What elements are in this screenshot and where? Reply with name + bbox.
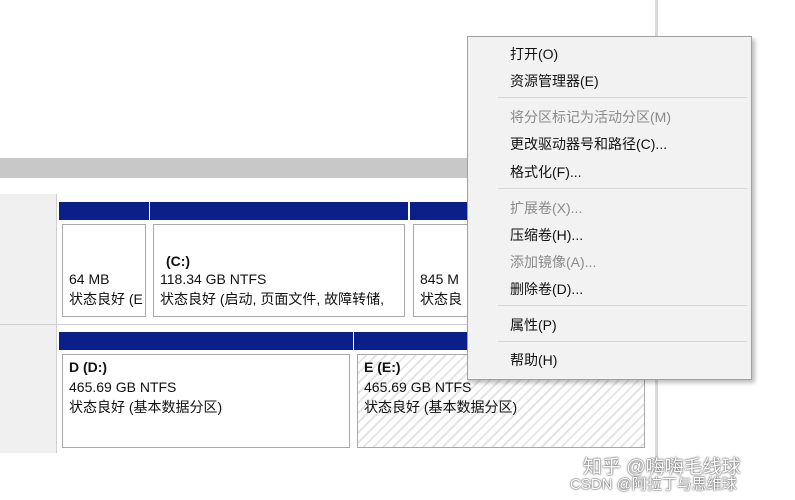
menu-separator	[498, 97, 747, 98]
partition-title: D (D:)	[69, 359, 108, 375]
menu-item-format[interactable]: 格式化(F)...	[510, 163, 582, 181]
menu-separator	[498, 188, 747, 189]
partition-title: E (E:)	[364, 359, 401, 375]
partition-box[interactable]: (C:) 118.34 GB NTFS 状态良好 (启动, 页面文件, 故障转储…	[153, 224, 405, 317]
partition-size: 845 M	[420, 271, 459, 287]
menu-item-open[interactable]: 打开(O)	[510, 45, 558, 63]
menu-item-shrink-volume[interactable]: 压缩卷(H)...	[510, 226, 583, 244]
partition-color-bar	[59, 332, 353, 350]
menu-item-mark-active[interactable]: 将分区标记为活动分区(M)	[510, 108, 671, 126]
partition-efi[interactable]: 64 MB 状态良好 (E	[59, 202, 149, 320]
partition-status: 状态良好 (基本数据分区)	[69, 399, 223, 415]
partition-box[interactable]: 64 MB 状态良好 (E	[62, 224, 146, 317]
disk-1-label[interactable]	[0, 325, 57, 453]
partition-color-bar	[59, 202, 149, 220]
partition-size: 118.34 GB NTFS	[160, 271, 267, 287]
partition-c[interactable]: (C:) 118.34 GB NTFS 状态良好 (启动, 页面文件, 故障转储…	[150, 202, 408, 320]
menu-item-add-mirror[interactable]: 添加镜像(A)...	[510, 253, 596, 271]
partition-title: (C:)	[166, 253, 191, 269]
partition-size: 64 MB	[69, 271, 110, 287]
partition-d[interactable]: D (D:) 465.69 GB NTFS 状态良好 (基本数据分区)	[59, 332, 353, 451]
partition-size: 465.69 GB NTFS	[364, 379, 472, 395]
partition-status: 状态良好 (启动, 页面文件, 故障转储,	[160, 291, 384, 307]
partition-status: 状态良好 (E	[69, 291, 143, 307]
watermark-csdn: CSDN @阿拉丁与思维球	[570, 476, 737, 493]
menu-separator	[498, 305, 747, 306]
menu-item-explorer[interactable]: 资源管理器(E)	[510, 72, 599, 90]
partition-status: 状态良	[420, 291, 462, 307]
menu-item-extend-volume[interactable]: 扩展卷(X)...	[510, 199, 582, 217]
menu-separator	[498, 341, 747, 342]
menu-item-delete-volume[interactable]: 删除卷(D)...	[510, 280, 583, 298]
partition-box[interactable]: D (D:) 465.69 GB NTFS 状态良好 (基本数据分区)	[62, 354, 350, 448]
disk-0-label[interactable]	[0, 194, 57, 324]
menu-item-help[interactable]: 帮助(H)	[510, 351, 557, 369]
partition-size: 465.69 GB NTFS	[69, 379, 177, 395]
partition-color-bar	[150, 202, 408, 220]
menu-item-change-drive-letter[interactable]: 更改驱动器号和路径(C)...	[510, 135, 667, 153]
menu-item-properties[interactable]: 属性(P)	[510, 316, 557, 334]
partition-status: 状态良好 (基本数据分区)	[364, 399, 518, 415]
context-menu: 打开(O) 资源管理器(E) 将分区标记为活动分区(M) 更改驱动器号和路径(C…	[467, 36, 752, 380]
